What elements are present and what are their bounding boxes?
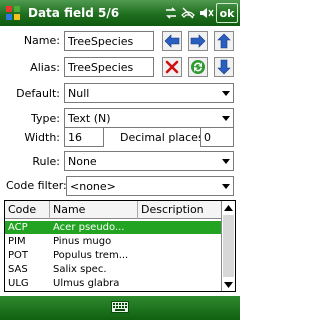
column-header-code[interactable]: Code <box>5 201 50 219</box>
volume-mute-icon[interactable] <box>198 6 214 20</box>
type-value: Text (N) <box>68 111 111 125</box>
move-right-button[interactable] <box>188 31 208 51</box>
cell-code: POT <box>8 250 29 261</box>
arrow-up-icon <box>217 33 231 49</box>
code-filter-value: <none> <box>70 179 116 193</box>
table-row[interactable]: POT Populus trem... <box>5 249 221 262</box>
cell-name: Salix spec. <box>53 264 107 275</box>
triangle-down-icon <box>224 281 233 288</box>
delete-button[interactable] <box>162 57 182 77</box>
default-label: Default: <box>16 87 60 100</box>
cell-name: Ulmus glabra <box>53 278 120 289</box>
chevron-down-icon <box>222 159 230 164</box>
type-select[interactable]: Text (N) <box>64 108 234 128</box>
status-icons: ok <box>164 3 238 23</box>
rule-label: Rule: <box>32 155 60 168</box>
code-table: Code Name Description ACP Acer pseudo...… <box>4 200 236 292</box>
cell-code: ACP <box>8 222 28 233</box>
triangle-up-icon <box>224 204 233 211</box>
column-header-description[interactable]: Description <box>138 201 221 219</box>
chevron-down-icon <box>222 116 230 121</box>
cell-name: Populus trem... <box>53 250 129 261</box>
cell-code: SAS <box>8 264 28 275</box>
table-header: Code Name Description <box>5 201 221 219</box>
scroll-down-button[interactable] <box>222 278 235 291</box>
title-bar: Data field 5/6 ok <box>0 0 240 26</box>
arrow-left-icon <box>164 34 180 48</box>
refresh-icon <box>191 60 205 74</box>
arrow-down-icon <box>217 59 231 75</box>
ok-button[interactable]: ok <box>216 3 238 23</box>
cell-code: PIM <box>8 236 26 247</box>
table-scrollbar[interactable] <box>221 201 235 291</box>
scrollbar-thumb[interactable] <box>223 215 234 277</box>
table-row[interactable]: SAS Salix spec. <box>5 263 221 276</box>
cell-name: Acer pseudo... <box>53 222 125 233</box>
cell-name: Pinus mugo <box>53 236 112 247</box>
rule-value: None <box>68 154 97 168</box>
keyboard-icon[interactable] <box>111 300 129 316</box>
code-filter-label: Code filter: <box>6 179 67 192</box>
connectivity-icon[interactable] <box>164 6 178 20</box>
arrow-right-icon <box>190 34 206 48</box>
delete-x-icon <box>165 60 179 74</box>
window-title: Data field 5/6 <box>28 6 120 20</box>
type-label: Type: <box>31 112 60 125</box>
default-value: Null <box>68 86 90 100</box>
rule-select[interactable]: None <box>64 151 234 171</box>
phone-off-icon[interactable] <box>180 6 196 20</box>
decimal-places-label: Decimal places: <box>120 131 208 144</box>
width-label: Width: <box>24 131 60 144</box>
move-down-button[interactable] <box>214 57 234 77</box>
decimal-places-field[interactable]: 0 <box>200 127 234 147</box>
scroll-up-button[interactable] <box>222 201 235 214</box>
table-row[interactable]: ULG Ulmus glabra <box>5 277 221 290</box>
move-left-button[interactable] <box>162 31 182 51</box>
table-row[interactable]: PIM Pinus mugo <box>5 235 221 248</box>
move-up-button[interactable] <box>214 31 234 51</box>
alias-label: Alias: <box>30 61 60 74</box>
name-label: Name: <box>23 34 60 47</box>
chevron-down-icon <box>222 91 230 96</box>
refresh-button[interactable] <box>188 57 208 77</box>
code-filter-select[interactable]: <none> <box>66 176 234 196</box>
width-field[interactable]: 16 <box>64 127 104 147</box>
name-field[interactable]: TreeSpecies <box>64 31 154 51</box>
windows-flag-icon[interactable] <box>2 2 24 24</box>
chevron-down-icon <box>222 184 230 189</box>
alias-field[interactable]: TreeSpecies <box>64 57 154 77</box>
column-header-name[interactable]: Name <box>50 201 138 219</box>
cell-code: ULG <box>8 278 29 289</box>
bottom-bar <box>0 296 240 320</box>
default-select[interactable]: Null <box>64 83 234 103</box>
table-row[interactable]: ACP Acer pseudo... <box>5 221 221 234</box>
